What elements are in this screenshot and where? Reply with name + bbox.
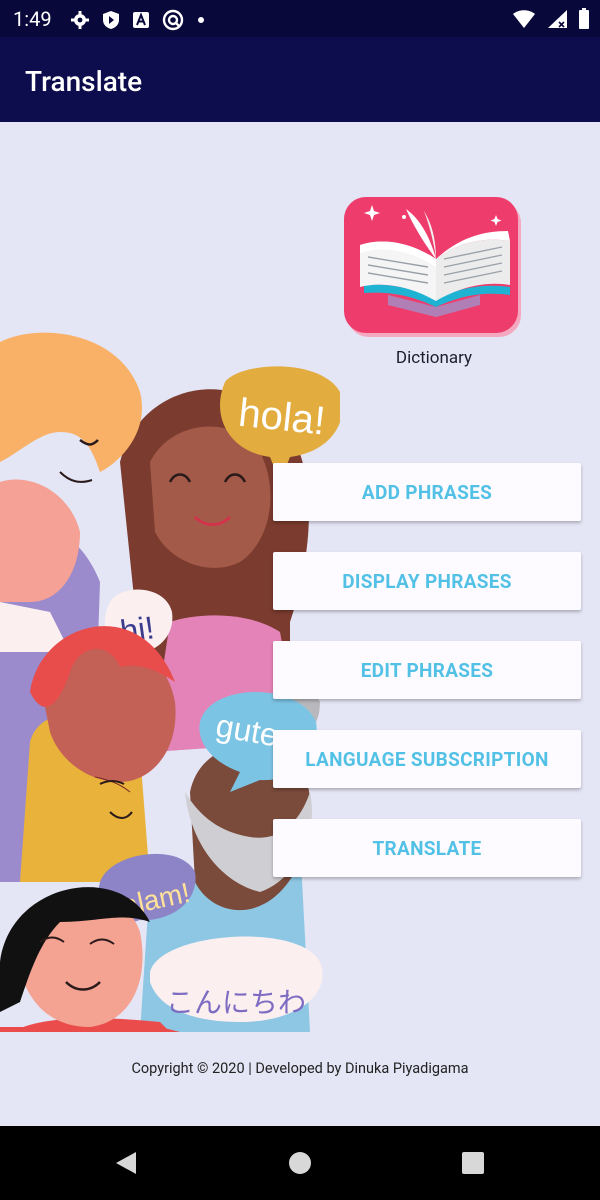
battery-icon (579, 8, 589, 29)
bubble-hola: hola! (236, 391, 327, 444)
app-title: Translate (25, 65, 143, 98)
language-subscription-button[interactable]: LANGUAGE SUBSCRIPTION (273, 730, 581, 788)
status-icons-right (512, 8, 590, 30)
display-phrases-button[interactable]: DISPLAY PHRASES (273, 552, 581, 610)
main-content: Dictionary hola! hi! guten salam! こんにちわ … (0, 122, 600, 1126)
open-book-icon (360, 205, 510, 317)
app-bar: Translate (0, 37, 600, 122)
status-icons-left (70, 9, 206, 31)
status-time: 1:49 (13, 7, 52, 31)
home-icon[interactable] (288, 1151, 312, 1175)
add-phrases-button[interactable]: ADD PHRASES (273, 463, 581, 521)
wifi-icon (513, 10, 535, 28)
recents-icon[interactable] (461, 1151, 485, 1175)
dictionary-label: Dictionary (395, 348, 473, 368)
dictionary-button[interactable] (344, 197, 518, 333)
cell-signal-icon (548, 10, 567, 28)
dot-icon (198, 17, 204, 23)
circle-q-icon (162, 9, 184, 31)
system-nav-bar (0, 1126, 600, 1200)
shield-play-icon (103, 11, 119, 29)
text-a-icon (133, 12, 149, 28)
back-icon[interactable] (114, 1151, 138, 1175)
translate-button[interactable]: TRANSLATE (273, 819, 581, 877)
copyright-text: Copyright © 2020 | Developed by Dinuka P… (131, 1060, 469, 1077)
bubble-konnichiwa: こんにちわ (166, 986, 306, 1019)
gear-icon (71, 11, 89, 29)
status-bar: 1:49 (0, 0, 600, 37)
edit-phrases-button[interactable]: EDIT PHRASES (273, 641, 581, 699)
